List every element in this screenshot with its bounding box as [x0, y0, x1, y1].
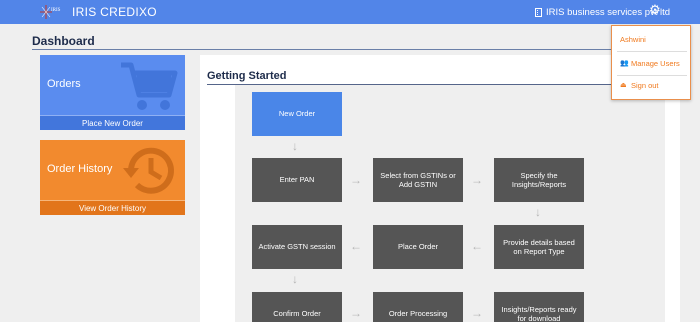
- arrow-down-icon: ↓: [535, 205, 541, 219]
- user-dropdown-menu: Ashwini 👥 Manage Users ⏏ Sign out: [611, 25, 691, 100]
- manage-users-item[interactable]: 👥 Manage Users: [612, 57, 690, 69]
- view-order-history-link[interactable]: View Order History: [40, 200, 185, 215]
- arrow-right-icon: →: [471, 173, 483, 187]
- gear-icon[interactable]: ⚙: [647, 2, 663, 18]
- page-title: Dashboard: [32, 34, 95, 48]
- step-activate-gstn: Activate GSTN session: [252, 225, 342, 269]
- app-title[interactable]: IRIS CREDIXO: [72, 5, 157, 19]
- arrow-down-icon: ↓: [292, 272, 298, 286]
- username-item[interactable]: Ashwini: [612, 33, 690, 45]
- step-provide-details: Provide details based on Report Type: [494, 225, 584, 269]
- step-specify-insights: Specify the Insights/Reports: [494, 158, 584, 202]
- cart-icon: [121, 62, 178, 110]
- place-new-order-link[interactable]: Place New Order: [40, 115, 185, 130]
- step-enter-pan: Enter PAN: [252, 158, 342, 202]
- iris-logo[interactable]: IRIS: [39, 3, 65, 21]
- users-icon: 👥: [620, 59, 629, 67]
- menu-divider: [617, 51, 687, 52]
- username-label: Ashwini: [620, 34, 646, 44]
- arrow-right-icon: →: [471, 306, 483, 320]
- arrow-down-icon: ↓: [292, 139, 298, 153]
- manage-users-label: Manage Users: [631, 58, 680, 68]
- step-place-order: Place Order: [373, 225, 463, 269]
- step-new-order: New Order: [252, 92, 342, 136]
- arrow-left-icon: ←: [350, 239, 362, 253]
- page-title-divider: [32, 49, 690, 50]
- sign-out-item[interactable]: ⏏ Sign out: [612, 79, 690, 91]
- top-navbar: IRIS IRIS CREDIXO IRIS business services…: [0, 0, 700, 24]
- step-confirm-order: Confirm Order: [252, 292, 342, 322]
- building-icon: [535, 7, 542, 17]
- arrow-right-icon: →: [350, 306, 362, 320]
- order-history-tile-label: Order History: [47, 163, 113, 175]
- orders-tile[interactable]: Orders Place New Order: [40, 55, 185, 130]
- arrow-right-icon: →: [350, 173, 362, 187]
- sign-out-icon: ⏏: [620, 81, 627, 89]
- history-icon: [123, 147, 174, 194]
- order-history-tile[interactable]: Order History View Order History: [40, 140, 185, 215]
- orders-tile-label: Orders: [47, 78, 81, 90]
- step-order-processing: Order Processing: [373, 292, 463, 322]
- arrow-left-icon: ←: [471, 239, 483, 253]
- menu-divider: [617, 75, 687, 76]
- step-insights-ready: Insights/Reports ready for download: [494, 292, 584, 322]
- logo-text: IRIS: [51, 8, 61, 13]
- step-select-gstin: Select from GSTINs or Add GSTIN: [373, 158, 463, 202]
- getting-started-title: Getting Started: [207, 70, 287, 82]
- sign-out-label: Sign out: [631, 80, 659, 90]
